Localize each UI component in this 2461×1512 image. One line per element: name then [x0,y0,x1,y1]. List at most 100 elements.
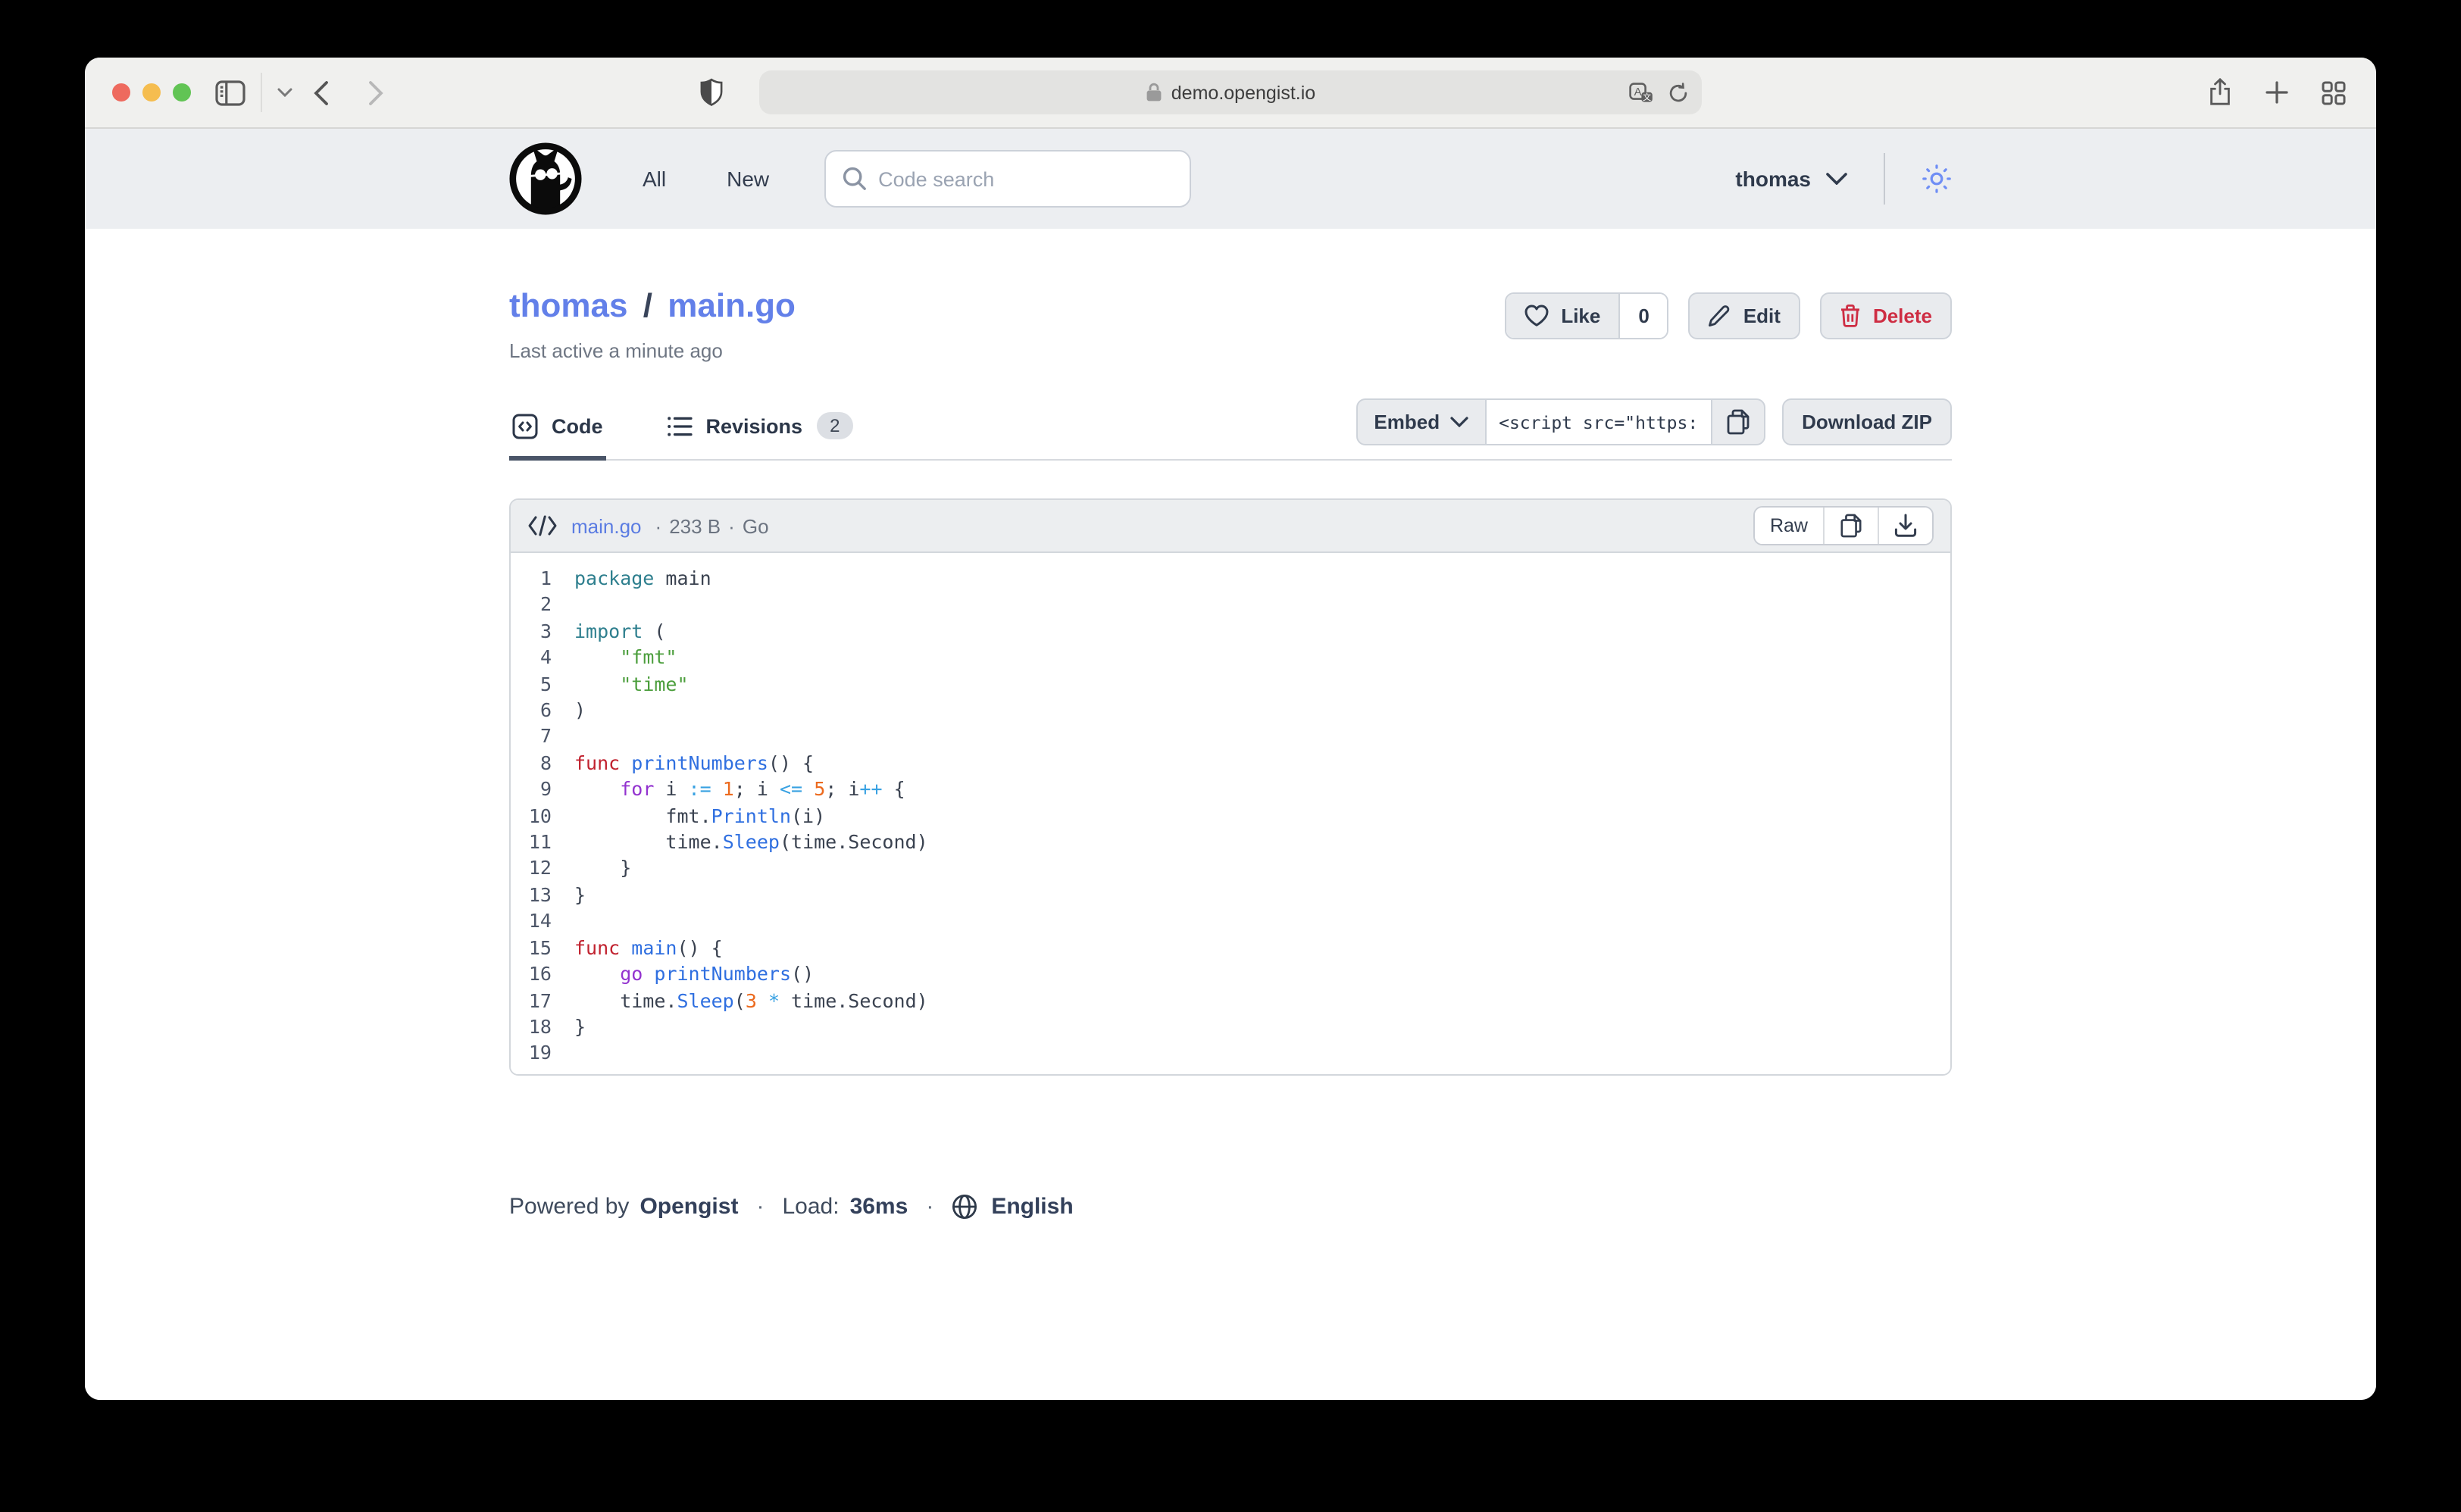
header-divider [1884,153,1885,205]
line-number: 6 [511,697,574,723]
line-number: 14 [511,908,574,935]
line-content: func printNumbers() { [574,750,814,776]
close-window-button[interactable] [112,83,130,102]
copy-file-icon[interactable] [1825,508,1879,544]
search-input[interactable] [878,167,1172,190]
raw-button[interactable]: Raw [1755,508,1825,544]
gist-link[interactable]: main.go [668,286,796,324]
code-line: 16 go printNumbers() [511,961,1950,987]
line-content: fmt.Println(i) [574,802,825,829]
trash-icon [1840,305,1861,327]
username: thomas [1735,167,1811,191]
code-line: 17 time.Sleep(3 * time.Second) [511,987,1950,1014]
download-file-icon[interactable] [1879,508,1932,544]
line-number: 11 [511,829,574,855]
address-bar-actions: A 文 [1629,82,1688,103]
line-content: } [574,882,586,908]
line-number: 9 [511,776,574,803]
footer-dot: · [918,1193,941,1219]
embed-button[interactable]: Embed [1357,400,1485,444]
language-label: English [991,1193,1073,1219]
history-nav [314,80,383,105]
sidebar-chevron-icon[interactable] [277,88,292,97]
code-line: 11 time.Sleep(time.Second) [511,829,1950,855]
translate-icon[interactable]: A 文 [1629,82,1653,103]
nav-new[interactable]: New [727,167,769,191]
delete-label: Delete [1873,305,1932,327]
footer-dot: · [749,1193,771,1219]
title-separator: / [637,286,658,324]
brand-link[interactable]: Opengist [639,1193,738,1219]
like-button[interactable]: Like [1506,294,1618,338]
svg-text:文: 文 [1643,91,1651,102]
file-language: Go [743,514,769,537]
download-zip-button[interactable]: Download ZIP [1782,398,1952,445]
code-line: 10 fmt.Println(i) [511,802,1950,829]
address-bar[interactable]: demo.opengist.io A 文 [759,70,1702,114]
user-menu[interactable]: thomas [1735,167,1847,191]
code-line: 18} [511,1014,1950,1040]
svg-text:A: A [1634,85,1642,98]
line-content: import ( [574,618,665,645]
code-line: 4 "fmt" [511,644,1950,670]
line-number: 15 [511,934,574,961]
line-number: 3 [511,618,574,645]
chevron-down-icon [1450,417,1468,427]
copy-embed-icon[interactable] [1712,400,1764,444]
toolbar-right-actions [2208,78,2346,107]
page-footer: Powered by Opengist · Load: 36ms · Engli… [509,1193,1952,1279]
pencil-icon [1709,305,1731,327]
page-title: thomas / main.go [509,286,796,326]
shield-extension-icon[interactable] [700,78,723,107]
code-line: 15func main() { [511,934,1950,961]
browser-toolbar: demo.opengist.io A 文 [85,58,2376,129]
file-actions-group: Raw [1753,506,1934,545]
line-number: 2 [511,592,574,618]
line-number: 17 [511,987,574,1014]
tab-overview-icon[interactable] [2322,80,2346,105]
line-number: 1 [511,565,574,592]
nav-all[interactable]: All [643,167,666,191]
desktop: demo.opengist.io A 文 [0,0,2461,1512]
share-icon[interactable] [2208,78,2232,107]
line-content: "time" [574,670,689,697]
code-line: 19 [511,1040,1950,1067]
theme-toggle-sun-icon[interactable] [1922,164,1952,194]
embed-snippet-input[interactable] [1485,400,1712,444]
reload-icon[interactable] [1668,82,1688,103]
tab-revisions[interactable]: Revisions 2 [664,403,857,459]
owner-link[interactable]: thomas [509,286,628,324]
file-meta: · 233 B · Go [655,514,769,537]
gist-actions: Like 0 Edit Delete [1505,292,1952,339]
new-tab-icon[interactable] [2266,81,2288,104]
edit-button[interactable]: Edit [1689,292,1800,339]
line-number: 13 [511,882,574,908]
language-switcher[interactable]: English [952,1193,1073,1219]
like-button-group: Like 0 [1505,292,1669,339]
zoom-window-button[interactable] [173,83,191,102]
file-name-link[interactable]: main.go [571,514,642,537]
site-header: All New thomas [85,129,2376,229]
tab-revisions-label: Revisions [706,414,803,437]
gist-title-block: thomas / main.go Last active a minute ag… [509,286,796,362]
code-line: 13} [511,882,1950,908]
minimize-window-button[interactable] [142,83,161,102]
embed-cluster: Embed [1356,398,1952,445]
line-content: go printNumbers() [574,961,814,987]
tab-code[interactable]: Code [509,403,606,459]
code-line: 14 [511,908,1950,935]
powered-by-text: Powered by [509,1193,629,1219]
code-line: 9 for i := 1; i <= 5; i++ { [511,776,1950,803]
delete-button[interactable]: Delete [1820,292,1952,339]
line-number: 7 [511,723,574,750]
page-content: thomas / main.go Last active a minute ag… [85,229,2376,1400]
line-content: ) [574,697,586,723]
sidebar-toggle-icon[interactable] [215,80,245,105]
code-line: 1package main [511,565,1950,592]
code-lines[interactable]: 1package main23import (4 "fmt"5 "time"6)… [511,553,1950,1073]
edit-label: Edit [1743,305,1781,327]
forward-icon[interactable] [368,80,383,105]
back-icon[interactable] [314,80,329,105]
opengist-logo[interactable] [509,142,582,215]
revisions-count-badge: 2 [816,412,853,439]
